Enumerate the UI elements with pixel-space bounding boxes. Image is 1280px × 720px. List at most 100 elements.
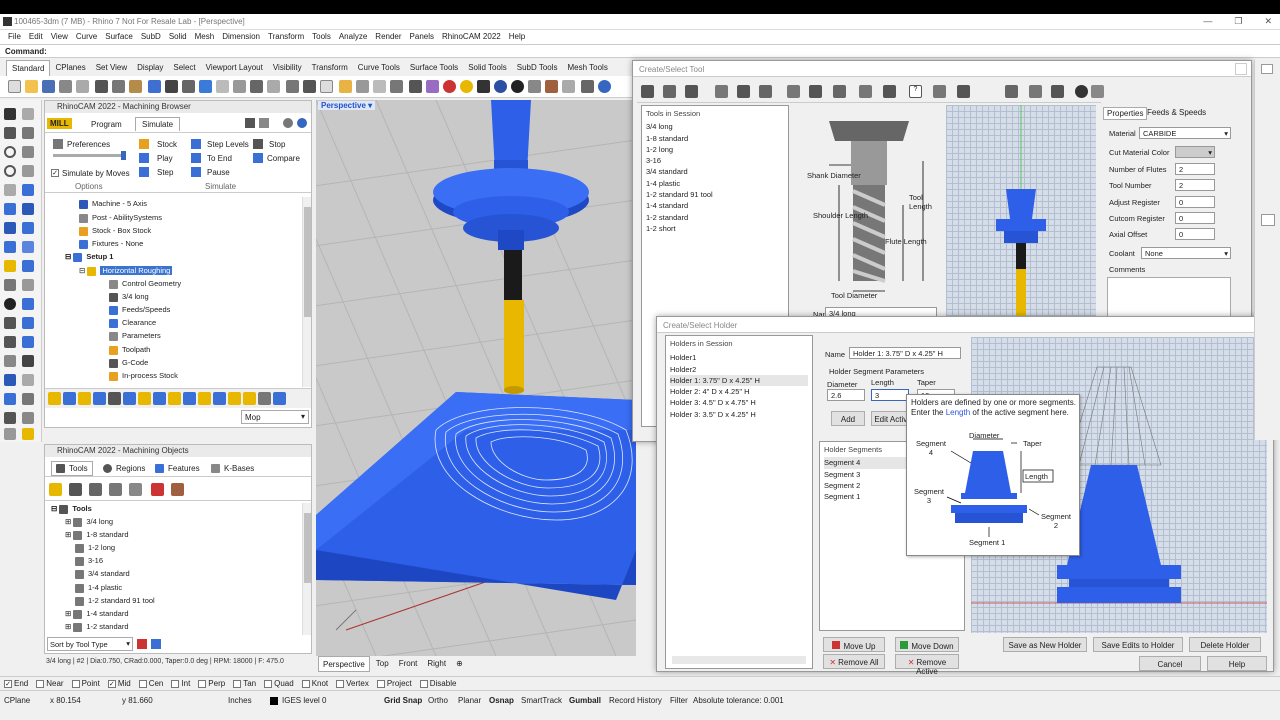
layer-status[interactable]: IGES level 0: [282, 696, 326, 705]
four-view-icon[interactable]: [303, 80, 316, 93]
remove-active-button[interactable]: ✕ Remove Active: [895, 654, 959, 676]
tab-mesh-tools[interactable]: Mesh Tools: [563, 60, 613, 76]
to-end-button[interactable]: To End: [207, 154, 232, 163]
delete-tool-icon[interactable]: [137, 639, 147, 649]
end-mill-icon[interactable]: [49, 483, 62, 496]
material-icon[interactable]: [477, 80, 490, 93]
close-icon[interactable]: ✕: [1264, 16, 1272, 27]
tools-root[interactable]: ⊟ Tools: [51, 504, 92, 514]
options-icon[interactable]: [528, 80, 541, 93]
plugin-icon[interactable]: [562, 80, 575, 93]
section-icon[interactable]: [4, 393, 16, 405]
session-tool-item[interactable]: 1-2 short: [646, 223, 784, 234]
move-icon[interactable]: [356, 80, 369, 93]
tools-tab[interactable]: Tools: [51, 461, 93, 477]
fillet-icon[interactable]: [22, 260, 34, 272]
group-icon[interactable]: [4, 428, 16, 440]
tree-row-feeds-speeds[interactable]: Feeds/Speeds: [109, 305, 170, 315]
panel-dropdown[interactable]: [1261, 214, 1275, 226]
tool-type-corner-icon[interactable]: [685, 85, 698, 98]
tree-row-control-geometry[interactable]: Control Geometry: [109, 279, 181, 289]
tool-type-saw-icon[interactable]: [1005, 85, 1018, 98]
simulate-tab[interactable]: Simulate: [135, 117, 181, 131]
op-icon-14[interactable]: [243, 392, 256, 405]
tool-type-bore-icon[interactable]: [859, 85, 872, 98]
edit-icon[interactable]: [22, 412, 34, 424]
menu-transform[interactable]: Transform: [264, 30, 308, 44]
new-file-icon[interactable]: [8, 80, 21, 93]
curve-icon[interactable]: [22, 127, 34, 139]
k-bases-tab[interactable]: K-Bases: [207, 462, 258, 475]
menu-analyze[interactable]: Analyze: [335, 30, 371, 44]
tool-row[interactable]: 3-16: [75, 556, 103, 566]
session-tool-item[interactable]: 3/4 standard: [646, 166, 784, 177]
tree-row-machine[interactable]: Machine - 5 Axis: [79, 199, 147, 209]
tab-transform[interactable]: Transform: [307, 60, 353, 76]
tool-type-reamer-icon[interactable]: [809, 85, 822, 98]
tool-type-center-icon[interactable]: [883, 85, 896, 98]
tool-row[interactable]: ⊞ 1-2 standard: [65, 622, 129, 632]
grid-icon[interactable]: [320, 80, 333, 93]
holder-item[interactable]: Holder 2: 4" D x 4.25" H: [670, 386, 808, 397]
tab-cplanes[interactable]: CPlanes: [50, 60, 90, 76]
tab-solid-tools[interactable]: Solid Tools: [463, 60, 512, 76]
op-icon-7[interactable]: [138, 392, 151, 405]
check-icon[interactable]: [4, 412, 16, 424]
step-button[interactable]: Step: [157, 168, 173, 177]
drill-icon[interactable]: [151, 483, 164, 496]
osnap-int[interactable]: Int: [171, 677, 190, 690]
undo-icon[interactable]: [148, 80, 161, 93]
tree-row-setup[interactable]: ⊟ Setup 1: [65, 252, 113, 262]
osnap-cen[interactable]: Cen: [138, 677, 163, 690]
tree-row-in-process-stock[interactable]: In-process Stock: [109, 371, 178, 381]
tree-scrollbar[interactable]: [302, 197, 311, 387]
session-tool-item[interactable]: 3/4 long: [646, 121, 784, 132]
tool-type-lollipop-icon[interactable]: [1051, 85, 1064, 98]
tool-type-drill-icon[interactable]: [787, 85, 800, 98]
mirror-icon[interactable]: [4, 355, 16, 367]
op-icon-1[interactable]: [48, 392, 61, 405]
ball-mill-icon[interactable]: [69, 483, 82, 496]
refresh-icon[interactable]: [151, 639, 161, 649]
compare-button[interactable]: Compare: [267, 154, 300, 163]
menu-rhinocam[interactable]: RhinoCAM 2022: [438, 30, 505, 44]
op-icon-11[interactable]: [198, 392, 211, 405]
tab-viewport-layout[interactable]: Viewport Layout: [201, 60, 268, 76]
tool-row[interactable]: ⊞ 1-8 standard: [65, 530, 129, 540]
select-icon[interactable]: [165, 80, 178, 93]
dimension-icon[interactable]: [22, 336, 34, 348]
ortho-toggle[interactable]: Ortho: [428, 696, 448, 705]
features-tab[interactable]: Features: [151, 462, 204, 475]
op-icon-8[interactable]: [153, 392, 166, 405]
panel-close-icon[interactable]: [1261, 64, 1273, 74]
menu-panels[interactable]: Panels: [406, 30, 438, 44]
pan-icon[interactable]: [182, 80, 195, 93]
osnap-disable[interactable]: Disable: [419, 677, 456, 690]
grid-snap-toggle[interactable]: Grid Snap: [384, 696, 422, 705]
tab-curve-tools[interactable]: Curve Tools: [353, 60, 405, 76]
menu-solid[interactable]: Solid: [165, 30, 191, 44]
menu-surface[interactable]: Surface: [101, 30, 137, 44]
holder-item[interactable]: Holder 3: 4.5" D x 4.75" H: [670, 397, 808, 408]
select-arrow-icon[interactable]: [4, 108, 16, 120]
tab-set-view[interactable]: Set View: [91, 60, 132, 76]
save-edits-button[interactable]: Save Edits to Holder: [1093, 637, 1183, 652]
axial-offset-field[interactable]: 0: [1175, 228, 1215, 240]
adjust-register-field[interactable]: 0: [1175, 196, 1215, 208]
toolbox-icon[interactable]: [545, 80, 558, 93]
op-icon-3[interactable]: [78, 392, 91, 405]
paint-icon[interactable]: [22, 428, 34, 440]
viewport-tab-right[interactable]: Right: [423, 656, 450, 672]
tab-select[interactable]: Select: [168, 60, 200, 76]
freeform-icon[interactable]: [22, 184, 34, 196]
viewport-tab-top[interactable]: Top: [372, 656, 393, 672]
smarttrack-toggle[interactable]: SmartTrack: [521, 696, 562, 705]
holder-item-selected[interactable]: Holder 1: 3.75" D x 4.25" H: [670, 374, 808, 387]
corner-radius-icon[interactable]: [89, 483, 102, 496]
op-icon-10[interactable]: [183, 392, 196, 405]
open-file-icon[interactable]: [25, 80, 38, 93]
op-icon-12[interactable]: [213, 392, 226, 405]
add-segment-button[interactable]: Add: [831, 411, 865, 426]
holder-item[interactable]: Holder1: [670, 352, 808, 363]
menu-file[interactable]: File: [4, 30, 25, 44]
